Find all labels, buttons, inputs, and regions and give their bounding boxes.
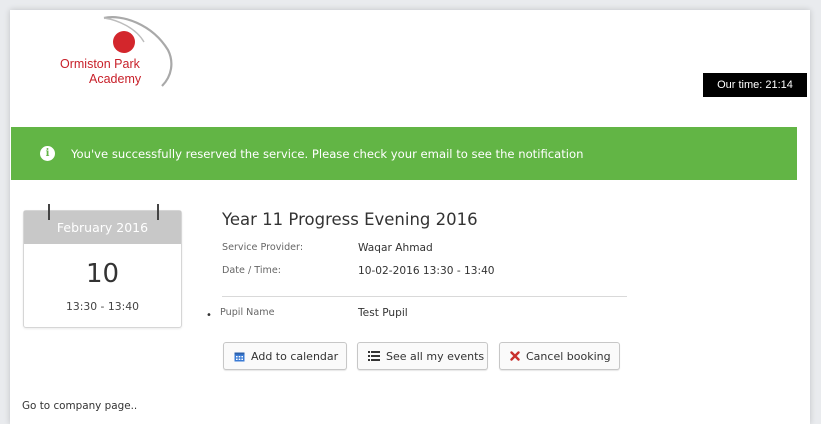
calendar-pin-left: [48, 204, 50, 220]
provider-label: Service Provider:: [222, 242, 304, 253]
add-to-calendar-label: Add to calendar: [251, 349, 339, 363]
success-alert: i You've successfully reserved the servi…: [11, 127, 797, 180]
pupil-label: Pupil Name: [220, 307, 275, 318]
page: Ormiston Park Academy Our time: 21:14 i …: [10, 10, 810, 424]
our-time-text: Our time: 21:14: [717, 79, 793, 91]
logo-text-ormiston: Ormiston Park: [60, 57, 140, 71]
info-icon: i: [40, 146, 55, 161]
see-all-events-label: See all my events: [386, 349, 485, 363]
alert-message: You've successfully reserved the service…: [71, 146, 584, 161]
provider-value: Waqar Ahmad: [358, 242, 433, 254]
event-title: Year 11 Progress Evening 2016: [222, 210, 478, 229]
cancel-booking-label: Cancel booking: [526, 349, 611, 363]
datetime-value: 10-02-2016 13:30 - 13:40: [358, 265, 495, 277]
calendar-day: 10: [85, 259, 120, 289]
calendar-icon: [234, 351, 245, 362]
calendar-time: 13:30 - 13:40: [66, 300, 139, 313]
details-separator: [222, 296, 627, 297]
datetime-label: Date / Time:: [222, 265, 281, 276]
x-icon: [510, 351, 520, 361]
list-icon: [368, 351, 380, 361]
logo-text-academy: Academy: [89, 72, 142, 86]
see-all-events-button[interactable]: See all my events: [357, 342, 488, 370]
add-to-calendar-button[interactable]: Add to calendar: [223, 342, 347, 370]
academy-logo[interactable]: Ormiston Park Academy: [52, 12, 182, 92]
calendar-card: February 2016 10 13:30 - 13:40: [23, 204, 182, 328]
cancel-booking-button[interactable]: Cancel booking: [499, 342, 620, 370]
calendar-pin-right: [157, 204, 159, 220]
company-page-link[interactable]: Go to company page..: [22, 400, 137, 412]
our-time-badge: Our time: 21:14: [703, 73, 807, 97]
pupil-value: Test Pupil: [358, 307, 408, 319]
bullet-dot: •: [206, 310, 212, 321]
calendar-month-text: February 2016: [56, 220, 149, 235]
